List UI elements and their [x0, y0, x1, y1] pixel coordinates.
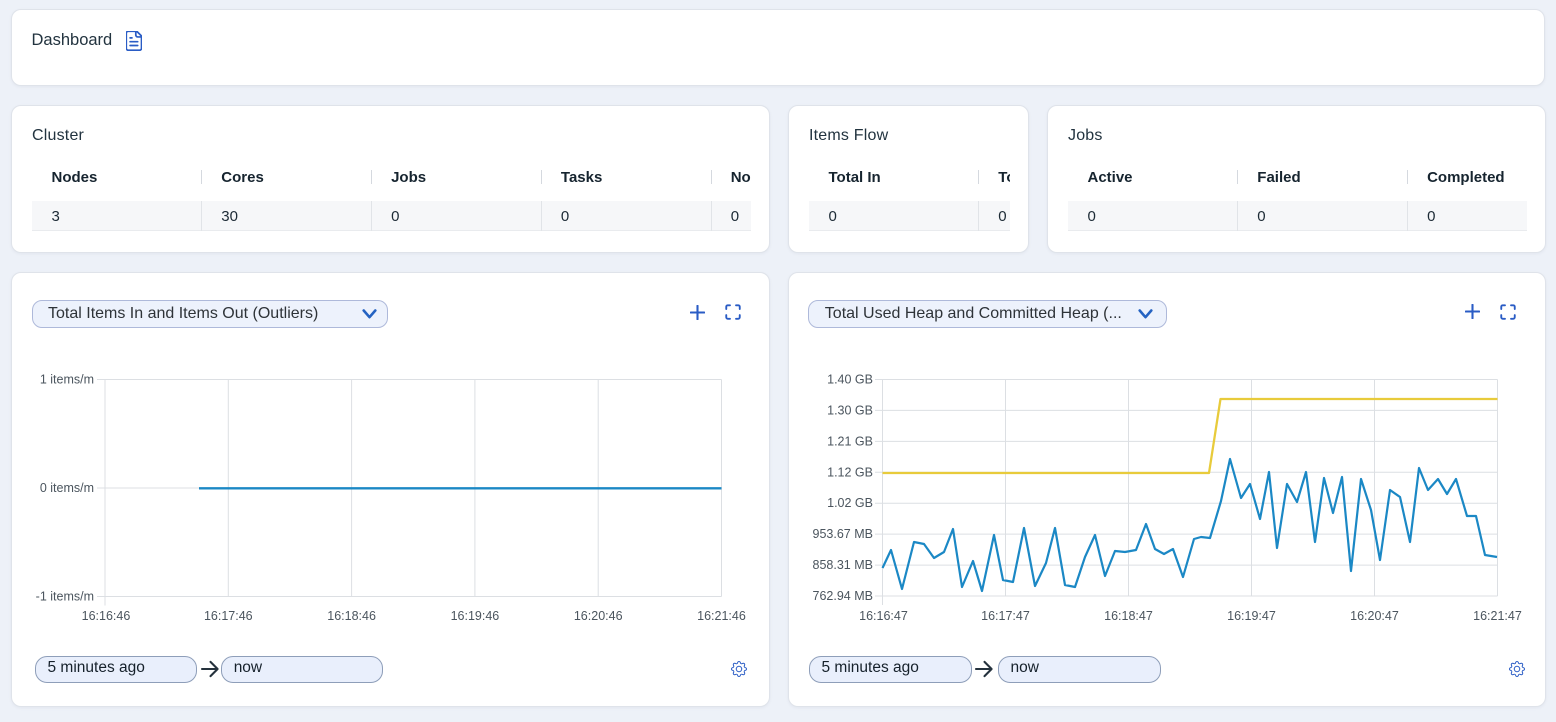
svg-text:16:17:46: 16:17:46	[204, 609, 253, 623]
svg-text:16:20:47: 16:20:47	[1350, 609, 1399, 623]
svg-text:16:21:46: 16:21:46	[697, 609, 746, 623]
svg-text:16:16:46: 16:16:46	[82, 609, 131, 623]
svg-text:16:18:47: 16:18:47	[1104, 609, 1153, 623]
svg-text:1.30 GB: 1.30 GB	[827, 403, 873, 417]
svg-text:16:18:46: 16:18:46	[327, 609, 376, 623]
svg-text:16:19:47: 16:19:47	[1227, 609, 1276, 623]
svg-text:-1 items/m: -1 items/m	[36, 590, 94, 604]
svg-text:16:20:46: 16:20:46	[574, 609, 623, 623]
svg-text:1.40 GB: 1.40 GB	[827, 373, 873, 387]
svg-text:1.21 GB: 1.21 GB	[827, 434, 873, 448]
svg-text:0 items/m: 0 items/m	[40, 481, 94, 495]
svg-text:1.02 GB: 1.02 GB	[827, 496, 873, 510]
svg-text:16:19:46: 16:19:46	[451, 609, 500, 623]
svg-text:1 items/m: 1 items/m	[40, 373, 94, 387]
svg-text:858.31 MB: 858.31 MB	[813, 558, 873, 572]
svg-text:953.67 MB: 953.67 MB	[813, 527, 873, 541]
svg-text:16:17:47: 16:17:47	[981, 609, 1030, 623]
svg-text:1.12 GB: 1.12 GB	[827, 465, 873, 479]
svg-text:762.94 MB: 762.94 MB	[813, 589, 873, 603]
svg-text:16:16:47: 16:16:47	[859, 609, 908, 623]
svg-text:16:21:47: 16:21:47	[1473, 609, 1522, 623]
